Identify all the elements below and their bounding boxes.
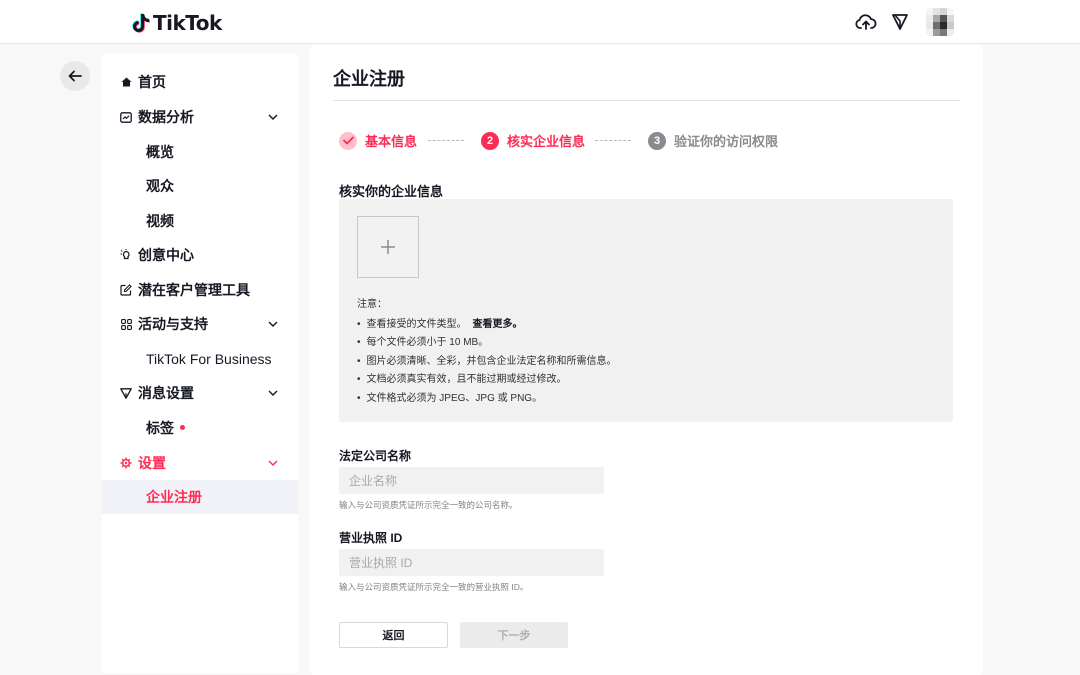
chevron-down-icon [268, 319, 278, 329]
license-id-label: 营业执照 ID [339, 531, 403, 545]
sidebar-item-label: 首页 [138, 74, 166, 90]
step-label: 验证你的访问权限 [674, 134, 779, 149]
step-verify-business: 2 核实企业信息 [481, 131, 585, 150]
checkmark-icon [339, 131, 357, 150]
analytics-icon [120, 111, 132, 123]
note-item: 文档必须真实有效，且不能过期或经过修改。 [357, 371, 617, 390]
company-name-hint: 输入与公司资质凭证所示完全一致的公司名称。 [339, 500, 518, 510]
sidebar-item-analytics[interactable]: 数据分析 [102, 100, 298, 134]
title-divider [333, 100, 960, 101]
see-more-link[interactable]: 查看更多。 [473, 319, 523, 330]
sidebar-item-label: 活动与支持 [138, 316, 208, 332]
sidebar-item-business-registration[interactable]: 企业注册 [102, 480, 298, 514]
sidebar-item-message-settings[interactable]: 消息设置 [102, 376, 298, 410]
sidebar-item-label: 创意中心 [138, 247, 194, 263]
step-connector [428, 140, 464, 141]
upload-notes: 注意： 查看接受的文件类型。查看更多。 每个文件必须小于 10 MB。 图片必须… [357, 296, 617, 408]
apps-icon [120, 318, 132, 330]
step-number: 3 [648, 131, 666, 150]
back-button[interactable]: 返回 [339, 622, 448, 648]
upload-area: 注意： 查看接受的文件类型。查看更多。 每个文件必须小于 10 MB。 图片必须… [339, 199, 953, 422]
cloud-upload-icon[interactable] [854, 10, 878, 34]
lightbulb-icon [120, 249, 132, 261]
note-item: 每个文件必须小于 10 MB。 [357, 334, 617, 353]
section-title: 核实你的企业信息 [339, 184, 444, 199]
tiktok-logo[interactable]: TikTok [132, 11, 222, 35]
note-text: 文档必须真实有效，且不能过期或经过修改。 [366, 374, 567, 385]
company-name-input[interactable] [339, 467, 604, 494]
note-item: 文件格式必须为 JPEG、JPG 或 PNG。 [357, 390, 617, 409]
avatar[interactable] [926, 8, 954, 36]
note-item: 查看接受的文件类型。查看更多。 [357, 316, 617, 335]
sidebar-item-tiktok-for-business[interactable]: TikTok For Business [102, 342, 298, 376]
sidebar-item-label: 概览 [146, 144, 174, 160]
sidebar-item-label: 潜在客户管理工具 [138, 282, 250, 298]
chevron-down-icon [268, 458, 278, 468]
sidebar-item-label: 标签 [146, 418, 185, 438]
send-filter-icon[interactable] [888, 10, 912, 34]
sidebar-item-label: 消息设置 [138, 385, 194, 401]
sidebar-item-label: TikTok For Business [146, 351, 272, 367]
step-verify-access: 3 验证你的访问权限 [648, 131, 778, 150]
main-panel: 企业注册 基本信息 2 核实企业信息 3 验证你的访问权限 核实你的企业信息 注… [310, 45, 983, 675]
sidebar-item-label: 观众 [146, 178, 174, 194]
step-connector [595, 140, 631, 141]
note-item: 图片必须清晰、全彩，并包含企业法定名称和所需信息。 [357, 353, 617, 372]
sidebar-item-label: 视频 [146, 213, 174, 229]
license-id-hint: 输入与公司资质凭证所示完全一致的营业执照 ID。 [339, 582, 529, 592]
sidebar-item-label: 企业注册 [146, 489, 202, 505]
sidebar-item-creative-center[interactable]: 创意中心 [102, 238, 298, 272]
sidebar-item-lead-tools[interactable]: 潜在客户管理工具 [102, 273, 298, 307]
back-arrow-button[interactable] [60, 61, 90, 91]
gear-icon [120, 457, 132, 469]
note-text: 每个文件必须小于 10 MB。 [366, 337, 489, 348]
tiktok-note-icon [132, 13, 150, 33]
next-button[interactable]: 下一步 [460, 622, 568, 648]
sidebar: 首页 数据分析 概览 观众 视频 创意中心 潜在客户管理工具 活动与支持 Tik… [102, 53, 298, 673]
tags-label: 标签 [146, 420, 174, 436]
note-text: 图片必须清晰、全彩，并包含企业法定名称和所需信息。 [366, 355, 617, 367]
sidebar-item-audience[interactable]: 观众 [102, 169, 298, 203]
step-label: 基本信息 [365, 134, 418, 149]
note-text: 文件格式必须为 JPEG、JPG 或 PNG。 [366, 392, 543, 404]
sidebar-item-overview[interactable]: 概览 [102, 135, 298, 169]
sidebar-item-tags[interactable]: 标签 [102, 411, 298, 445]
sidebar-item-events-support[interactable]: 活动与支持 [102, 307, 298, 341]
sidebar-item-home[interactable]: 首页 [102, 65, 298, 99]
page-title: 企业注册 [333, 69, 405, 89]
notes-title: 注意： [357, 299, 387, 310]
logo-text: TikTok [153, 11, 222, 35]
company-name-label: 法定公司名称 [339, 449, 412, 463]
sidebar-item-label: 设置 [138, 455, 166, 471]
sidebar-item-videos[interactable]: 视频 [102, 204, 298, 238]
notification-dot [180, 424, 185, 430]
arrow-left-icon [68, 70, 82, 82]
note-text: 查看接受的文件类型。 [366, 318, 467, 330]
edit-icon [120, 284, 132, 296]
step-basic-info: 基本信息 [339, 131, 417, 150]
plus-icon [381, 240, 395, 254]
upload-button[interactable] [357, 216, 419, 278]
chevron-down-icon [268, 388, 278, 398]
chevron-down-icon [268, 112, 278, 122]
license-id-input[interactable] [339, 549, 604, 576]
step-number: 2 [481, 131, 499, 150]
filter-icon [120, 387, 132, 399]
sidebar-item-settings[interactable]: 设置 [102, 446, 298, 480]
sidebar-item-label: 数据分析 [138, 109, 194, 125]
home-icon [120, 76, 132, 88]
top-header: TikTok [0, 0, 1080, 44]
step-label: 核实企业信息 [507, 134, 586, 149]
